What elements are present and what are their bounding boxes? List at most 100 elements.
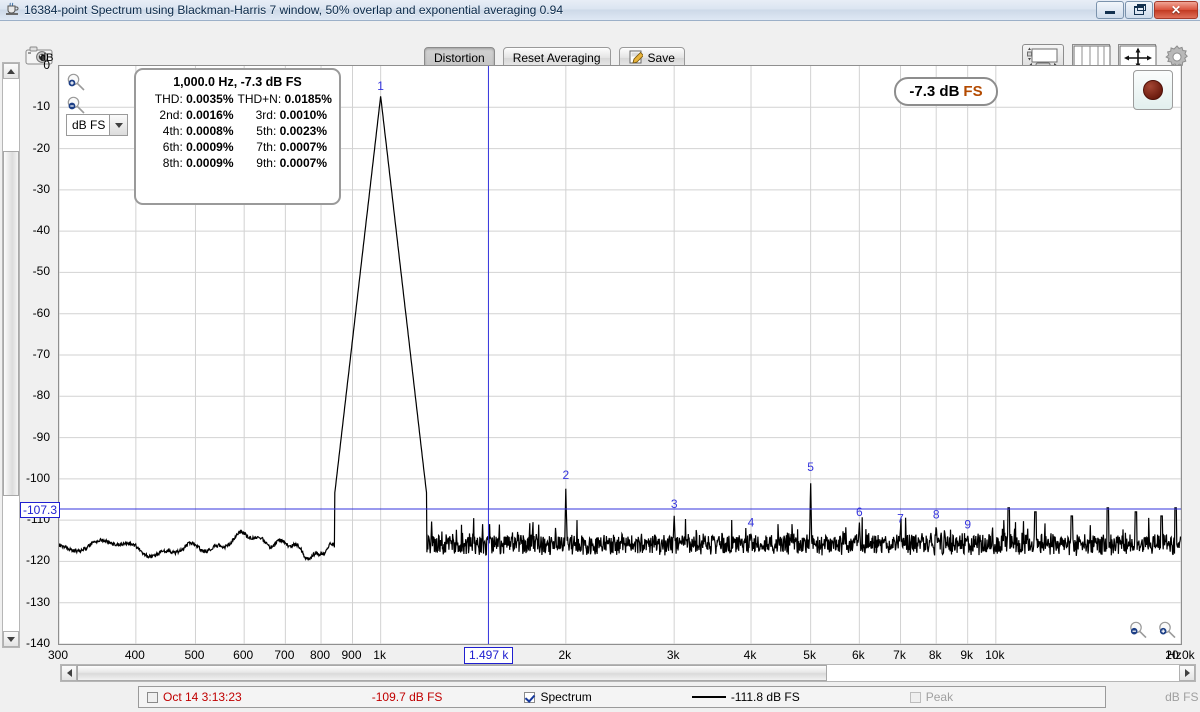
x-axis-unit-label: Hz [1167, 648, 1182, 662]
y-axis-tick-label: -80 [32, 388, 50, 403]
harmonic-marker-label: 9 [964, 518, 971, 532]
spectrum-level: -111.8 dB FS [730, 690, 800, 704]
peak-checkbox-cell[interactable]: Peak [909, 690, 954, 704]
thd-left-value: 0.0035% [186, 92, 234, 106]
thd-right-value: 0.0010% [279, 108, 327, 122]
thd-left-value: 0.0009% [186, 140, 234, 154]
x-axis-tick-label: 4k [743, 648, 757, 662]
status-timestamp: Oct 14 3:13:23 [163, 690, 242, 704]
thd-right-label: 3rd: [255, 108, 277, 122]
thd-row: 4th: 0.0008% 5th: 0.0023% [144, 124, 331, 138]
chevron-right-icon [1184, 669, 1190, 677]
thd-right-cell: 3rd: 0.0010% [238, 108, 332, 122]
harmonic-marker-label: 7 [897, 511, 904, 525]
thd-left-cell: 2nd: 0.0016% [144, 108, 238, 122]
unit-select-value: dB FS [72, 118, 106, 132]
x-axis-tick-label: 300 [47, 648, 69, 662]
spectrum-checkbox-cell[interactable]: Spectrum [524, 690, 592, 704]
java-coffee-icon [4, 2, 20, 18]
thd-left-label: 2nd: [159, 108, 183, 122]
y-axis-tick-label: -50 [32, 264, 50, 279]
trace-color-swatch[interactable] [147, 691, 158, 703]
scroll-left-button[interactable] [61, 665, 77, 681]
thd-row: 6th: 0.0009% 7th: 0.0007% [144, 140, 331, 154]
thd-right-cell: THD+N: 0.0185% [238, 92, 332, 106]
chevron-down-icon[interactable] [109, 115, 127, 135]
unit-select[interactable]: dB FS [66, 114, 128, 136]
x-axis-tick-label: 500 [184, 648, 205, 662]
thd-right-label: 7th: [256, 140, 277, 154]
x-cursor-readout[interactable]: 1.497 k [464, 647, 514, 664]
harmonic-marker-label: 5 [807, 460, 814, 474]
thd-row: 8th: 0.0009% 9th: 0.0007% [144, 156, 331, 170]
spectrum-label: Spectrum [540, 690, 592, 704]
peak-checkbox[interactable] [909, 691, 921, 703]
y-axis-tick-label: -40 [32, 223, 50, 238]
harmonic-marker-label: 8 [933, 507, 940, 521]
y-axis-tick-label: -10 [32, 99, 50, 114]
thd-row: 2nd: 0.0016% 3rd: 0.0010% [144, 108, 331, 122]
save-label: Save [647, 51, 675, 65]
thd-left-cell: 8th: 0.0009% [144, 156, 238, 170]
thd-left-value: 0.0009% [186, 156, 234, 170]
harmonic-marker-label: 2 [562, 468, 569, 482]
thd-row: THD: 0.0035% THD+N: 0.0185% [144, 92, 332, 106]
plot-zoom-in-icon[interactable] [1157, 620, 1177, 643]
x-axis-tick-label: 10k [985, 648, 1005, 662]
y-axis-tick-label: 0 [43, 58, 50, 72]
thd-right-cell: 7th: 0.0007% [238, 140, 332, 154]
magnifier-plus-icon[interactable] [66, 72, 86, 95]
thd-panel: 1,000.0 Hz, -7.3 dB FS THD: 0.0035% THD+N… [134, 68, 341, 205]
scroll-right-button[interactable] [1179, 665, 1195, 681]
line-sample-icon [691, 696, 726, 698]
record-button[interactable] [1133, 70, 1173, 110]
thd-right-value: 0.0185% [284, 92, 332, 106]
y-axis-tick-label: -100 [25, 470, 50, 485]
status-timestamp-cell[interactable]: Oct 14 3:13:23 [147, 690, 242, 704]
y-axis-tick-label: -90 [32, 429, 50, 444]
y-axis-tick-label: -70 [32, 347, 50, 361]
level-readout-unit: FS [963, 83, 983, 100]
y-axis-tick-label: -60 [32, 305, 50, 320]
harmonic-marker-label: 1 [377, 79, 384, 93]
record-circle-icon [1143, 80, 1163, 100]
chevron-left-icon [66, 669, 72, 677]
vertical-scrollbar-thumb[interactable] [3, 151, 19, 496]
status-unit-label: dB FS [1165, 690, 1199, 704]
thd-left-value: 0.0008% [186, 124, 234, 138]
window-title: 16384-point Spectrum using Blackman-Harr… [24, 3, 563, 17]
minimize-icon [1105, 11, 1115, 14]
minimize-button[interactable] [1096, 1, 1124, 19]
status-bar: Oct 14 3:13:23 -109.7 dB FS Spectrum -11… [138, 686, 1198, 708]
y-cursor-readout[interactable]: -107.3 [20, 502, 61, 518]
plot-zoom-controls [1128, 620, 1177, 643]
restore-button[interactable] [1125, 1, 1153, 19]
title-bar: 16384-point Spectrum using Blackman-Harr… [0, 0, 1200, 21]
plot-zoom-out-icon[interactable] [1128, 620, 1148, 643]
close-button[interactable]: ✕ [1154, 1, 1198, 19]
y-axis-tick-label: -20 [32, 140, 50, 155]
spectrum-checkbox[interactable] [524, 691, 536, 703]
horizontal-scrollbar[interactable] [60, 664, 1196, 682]
distortion-label: Distortion [434, 51, 485, 65]
thd-left-value: 0.0016% [186, 108, 234, 122]
x-axis-tick-label: 400 [124, 648, 145, 662]
thd-left-cell: 6th: 0.0009% [144, 140, 238, 154]
harmonic-marker-label: 6 [856, 505, 863, 519]
thd-left-label: THD: [154, 92, 183, 106]
thd-right-value: 0.0023% [279, 124, 327, 138]
status-peak-level: -109.7 dB FS [371, 690, 443, 704]
y-axis-tick-label: -30 [32, 181, 50, 196]
x-axis-tick-label: 600 [233, 648, 254, 662]
x-axis-tick-label: 2k [558, 648, 572, 662]
thd-left-label: 4th: [162, 124, 183, 138]
toolbar: Distortion Reset Averaging Save [0, 21, 1200, 71]
horizontal-scrollbar-thumb[interactable] [77, 665, 827, 681]
thd-left-cell: 4th: 0.0008% [144, 124, 238, 138]
x-axis-tick-label: 6k [852, 648, 865, 662]
close-icon: ✕ [1170, 3, 1182, 17]
thd-left-label: 6th: [162, 140, 183, 154]
peak-label: Peak [925, 690, 954, 704]
spectrum-level-cell: -111.8 dB FS [691, 690, 800, 704]
x-axis-tick-label: 1k [373, 648, 386, 662]
